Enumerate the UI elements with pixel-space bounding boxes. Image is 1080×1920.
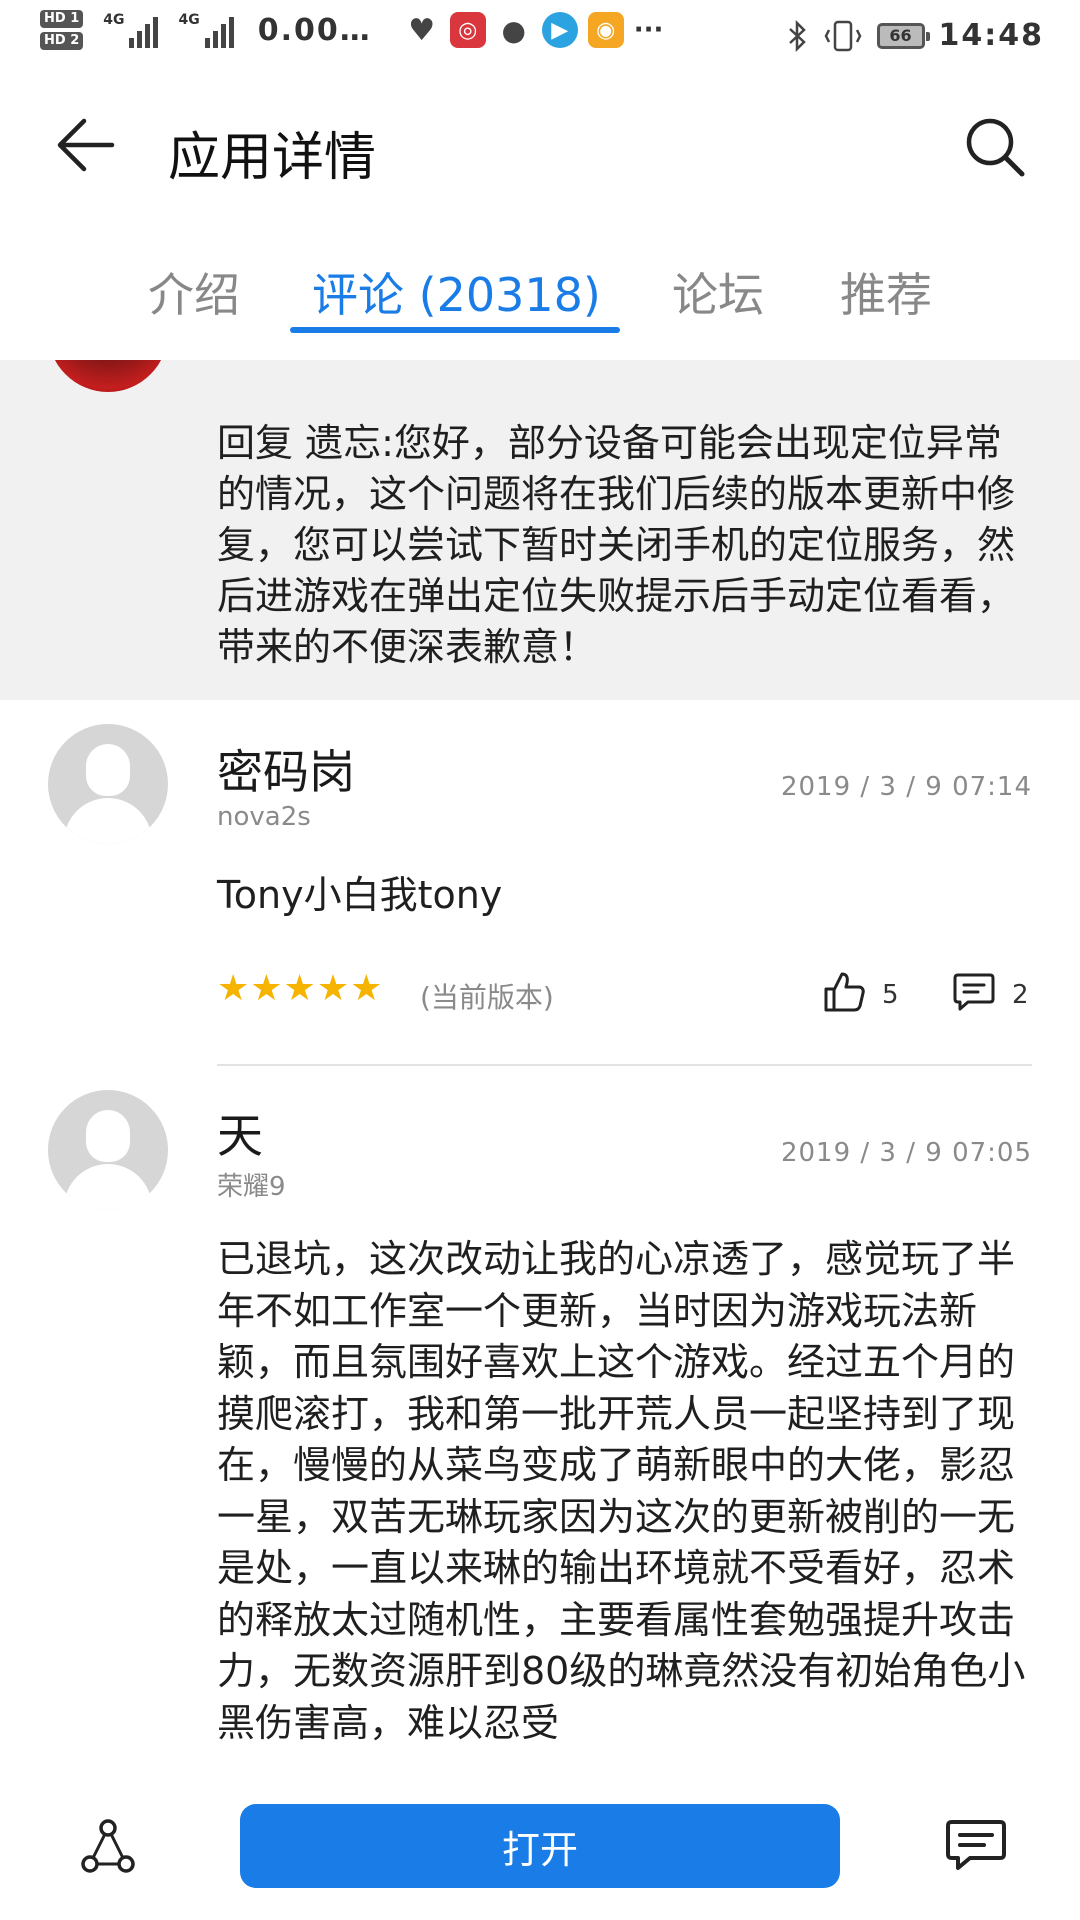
reply-text: 回复 遗忘:您好，部分设备可能会出现定位异常的情况，这个问题将在我们后续的版本更…: [217, 421, 1016, 669]
hd2-badge: HD 2: [40, 32, 84, 50]
search-icon[interactable]: [960, 112, 1030, 182]
active-tab-indicator: [290, 327, 620, 333]
status-bar: HD 1 HD 2 4G 4G 0.00… ♥ ◎ ● ▶ ◉ ··· 66 1…: [0, 0, 1080, 80]
review-datetime: 2019 / 3 / 9 07:14: [780, 772, 1032, 802]
battery-icon: 66: [876, 22, 930, 49]
back-arrow-icon[interactable]: [50, 110, 120, 180]
video-app-icon: ▶: [541, 12, 578, 48]
hd1-badge: HD 1: [40, 10, 84, 28]
more-notifications-icon: ···: [633, 15, 664, 45]
network-type-2: 4G: [178, 12, 200, 28]
review-device: 荣耀9: [217, 1172, 286, 1202]
network-speed: 0.00…: [257, 12, 372, 48]
avatar: [48, 360, 168, 392]
weibo-icon: ◉: [587, 12, 624, 48]
bluetooth-icon: [788, 19, 806, 52]
signal-icon-2: 4G: [178, 12, 234, 48]
comment-icon[interactable]: [952, 970, 996, 1014]
open-button[interactable]: 打开: [240, 1804, 840, 1888]
review-content: 已退坑，这次改动让我的心凉透了，感觉玩了半年不如工作室一个更新，当时因为游戏玩法…: [217, 1237, 1026, 1745]
avatar[interactable]: [48, 1090, 168, 1210]
tab-recommend[interactable]: 推荐: [840, 259, 932, 325]
health-icon: ♥: [408, 12, 436, 48]
review-device: nova2s: [217, 802, 311, 832]
review-username[interactable]: 密码岗: [217, 736, 355, 802]
vibrate-icon: [824, 20, 861, 51]
app-notification-icon: ◎: [449, 12, 486, 48]
battery-level: 66: [889, 26, 912, 45]
tab-forum[interactable]: 论坛: [672, 259, 764, 325]
thumbs-up-icon[interactable]: [822, 970, 866, 1014]
tab-bar: 介绍 评论 (20318) 论坛 推荐: [0, 245, 1080, 335]
signal-icon: 4G: [103, 12, 159, 48]
divider: [217, 1064, 1032, 1066]
wechat-icon: ●: [501, 13, 526, 47]
network-type-1: 4G: [103, 12, 125, 28]
comment-bubble-icon[interactable]: [944, 1816, 1008, 1876]
developer-reply: 回复 遗忘:您好，部分设备可能会出现定位异常的情况，这个问题将在我们后续的版本更…: [0, 360, 1080, 700]
review-content: Tony小白我tony: [217, 873, 503, 917]
page-title: 应用详情: [168, 128, 377, 188]
comment-count: 2: [1012, 980, 1029, 1010]
review-username[interactable]: 天: [217, 1100, 263, 1166]
app-bar: 应用详情: [0, 80, 1080, 210]
like-count: 5: [882, 980, 899, 1010]
avatar[interactable]: [48, 724, 168, 844]
bottom-bar: 打开: [0, 1780, 1080, 1920]
tab-intro[interactable]: 介绍: [148, 259, 240, 325]
review-datetime: 2019 / 3 / 9 07:05: [780, 1138, 1032, 1168]
share-icon[interactable]: [78, 1816, 138, 1876]
clock: 14:48: [938, 18, 1044, 53]
hd-indicator: HD 1 HD 2: [40, 10, 84, 50]
rating-stars: ★★★★★: [217, 968, 384, 1009]
version-label: (当前版本): [420, 981, 554, 1014]
tab-reviews[interactable]: 评论 (20318): [312, 259, 601, 325]
